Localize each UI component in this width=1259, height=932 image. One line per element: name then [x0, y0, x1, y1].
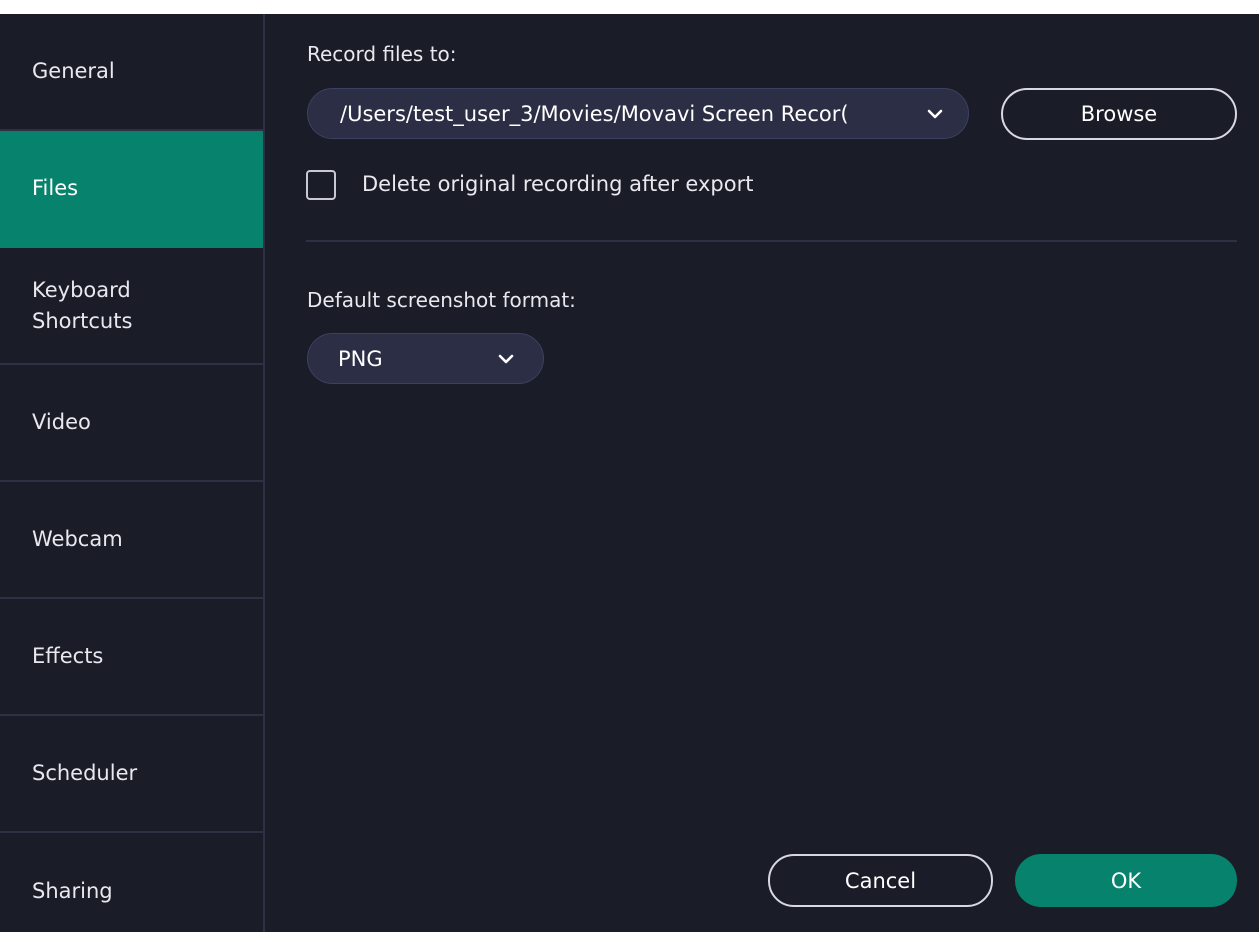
sidebar-item-label: Scheduler — [32, 761, 138, 785]
sidebar-item-sharing[interactable]: Sharing — [0, 833, 263, 932]
sidebar-item-webcam[interactable]: Webcam — [0, 482, 263, 599]
section-divider — [306, 240, 1237, 242]
settings-window: General Files Keyboard Shortcuts Video W… — [0, 0, 1259, 932]
sidebar-item-label: Video — [32, 410, 91, 434]
sidebar-item-label: Effects — [32, 644, 104, 668]
sidebar-item-effects[interactable]: Effects — [0, 599, 263, 716]
sidebar-item-label: Files — [32, 176, 79, 200]
screenshot-format-dropdown[interactable]: PNG — [307, 333, 544, 384]
record-path-dropdown[interactable]: /Users/test_user_3/Movies/Movavi Screen … — [307, 88, 969, 139]
screenshot-format-value: PNG — [338, 346, 383, 371]
ok-button-label: OK — [1110, 868, 1142, 893]
sidebar-item-scheduler[interactable]: Scheduler — [0, 716, 263, 833]
sidebar-item-label: Webcam — [32, 527, 123, 551]
sidebar-item-general[interactable]: General — [0, 14, 263, 131]
delete-original-checkbox[interactable] — [306, 170, 336, 200]
sidebar-item-video[interactable]: Video — [0, 365, 263, 482]
sidebar-item-label: General — [32, 59, 115, 83]
browse-button[interactable]: Browse — [1001, 88, 1237, 140]
cancel-button[interactable]: Cancel — [768, 854, 993, 907]
record-path-value: /Users/test_user_3/Movies/Movavi Screen … — [340, 101, 849, 126]
sidebar-item-label: Keyboard Shortcuts — [32, 277, 133, 333]
chevron-down-icon — [924, 103, 946, 125]
screenshot-format-label: Default screenshot format: — [307, 288, 576, 312]
browse-button-label: Browse — [1080, 102, 1158, 126]
delete-original-label: Delete original recording after export — [362, 172, 754, 196]
cancel-button-label: Cancel — [844, 868, 917, 893]
sidebar-item-files[interactable]: Files — [0, 131, 263, 248]
chevron-down-icon — [495, 348, 517, 370]
top-strip — [0, 0, 1259, 14]
settings-sidebar: General Files Keyboard Shortcuts Video W… — [0, 14, 265, 932]
record-files-label: Record files to: — [307, 42, 457, 66]
sidebar-item-label: Sharing — [32, 879, 113, 903]
ok-button[interactable]: OK — [1015, 854, 1237, 907]
sidebar-item-keyboard-shortcuts[interactable]: Keyboard Shortcuts — [0, 248, 263, 365]
